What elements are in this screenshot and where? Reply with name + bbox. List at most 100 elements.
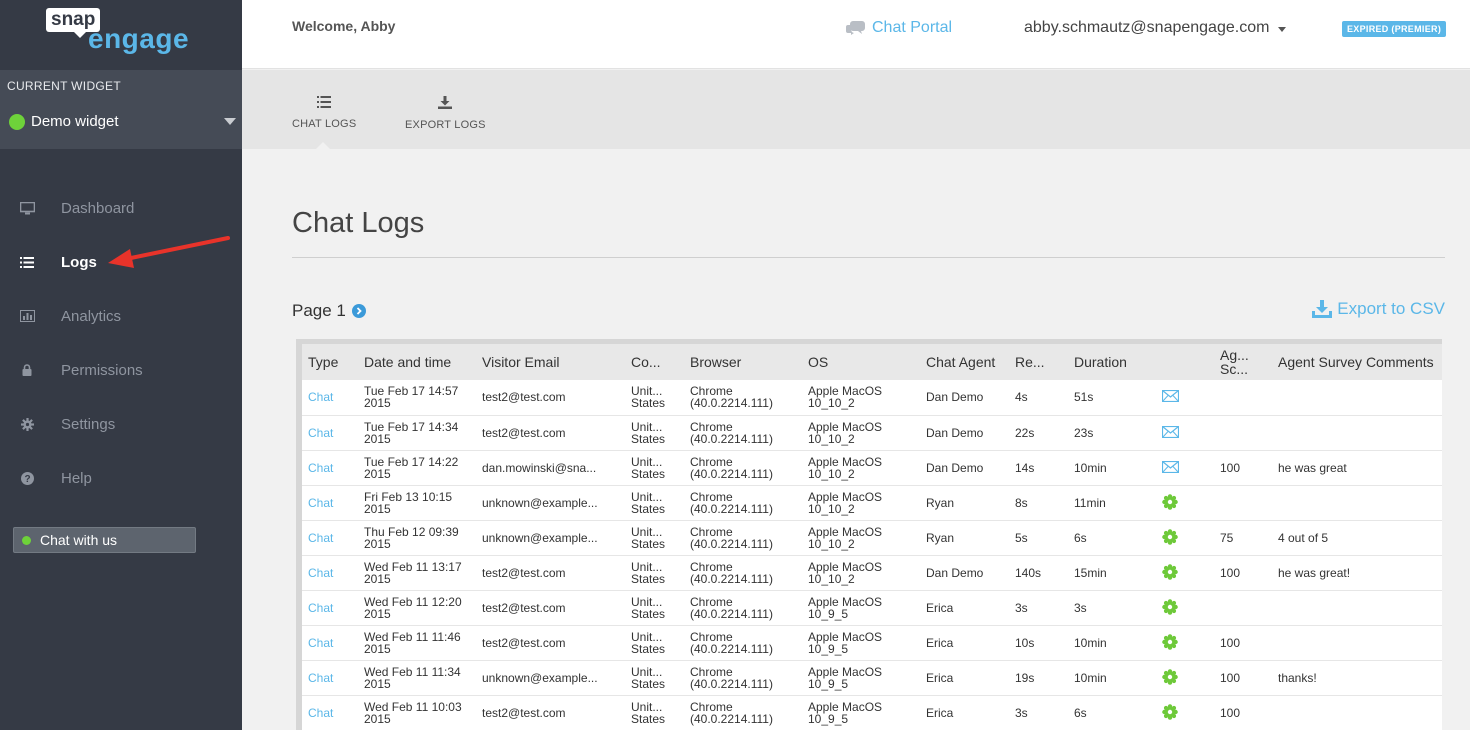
row-duration: 3s xyxy=(1074,600,1087,615)
row-type-link[interactable]: Chat xyxy=(302,625,358,660)
row-os: Apple MacOS 10_10_2 xyxy=(808,419,883,446)
envelope-icon[interactable] xyxy=(1161,460,1180,476)
tab-export-logs[interactable]: EXPORT LOGS xyxy=(405,96,486,131)
table-header-row: Type Date and time Visitor Email Co... B… xyxy=(302,344,1442,380)
green-badge-icon[interactable] xyxy=(1162,598,1178,618)
row-status-icon[interactable] xyxy=(1156,415,1214,450)
row-type-link[interactable]: Chat xyxy=(302,485,358,520)
green-badge-icon[interactable] xyxy=(1162,703,1178,723)
table-row[interactable]: Chat Wed Feb 11 10:03 2015 test2@test.com U… xyxy=(302,695,1442,730)
table-row[interactable]: Chat Wed Feb 11 11:46 2015 test2@test.com U… xyxy=(302,625,1442,660)
column-header-type[interactable]: Type xyxy=(302,344,358,380)
row-status-icon[interactable] xyxy=(1156,555,1214,590)
row-type-link[interactable]: Chat xyxy=(302,695,358,730)
row-agent-score: 100 xyxy=(1220,565,1241,580)
row-type-link[interactable]: Chat xyxy=(302,415,358,450)
table-row[interactable]: Chat Wed Feb 11 11:34 2015 unknown@example… xyxy=(302,660,1442,695)
widget-selector[interactable]: Demo widget xyxy=(7,113,242,130)
column-header-agent-comments[interactable]: Agent Survey Comments xyxy=(1272,344,1442,380)
table-row[interactable]: Chat Tue Feb 17 14:34 2015 test2@test.com U… xyxy=(302,415,1442,450)
table-row[interactable]: Chat Thu Feb 12 09:39 2015 unknown@example… xyxy=(302,520,1442,555)
row-status-icon[interactable] xyxy=(1156,660,1214,695)
column-header-response[interactable]: Re... xyxy=(1009,344,1068,380)
annotation-arrow-icon xyxy=(108,236,230,268)
row-agent: Dan Demo xyxy=(926,565,984,580)
row-response-time: 19s xyxy=(1015,670,1035,685)
user-email: abby.schmautz@snapengage.com xyxy=(1024,19,1270,36)
column-header-date[interactable]: Date and time xyxy=(358,344,476,380)
column-header-chat-agent[interactable]: Chat Agent xyxy=(920,344,1009,380)
row-status-icon[interactable] xyxy=(1156,485,1214,520)
table-body: Chat Tue Feb 17 14:57 2015 test2@test.com U… xyxy=(302,380,1442,730)
chat-portal-link[interactable]: Chat Portal xyxy=(846,19,952,37)
green-badge-icon[interactable] xyxy=(1162,563,1178,583)
logo[interactable]: snap engage xyxy=(0,0,242,70)
sidebar-item-analytics[interactable]: Analytics xyxy=(0,289,242,343)
row-visitor-email: unknown@example... xyxy=(482,670,598,685)
column-header-country[interactable]: Co... xyxy=(625,344,684,380)
sidebar-item-settings[interactable]: Settings xyxy=(0,397,242,451)
sidebar-item-label: Logs xyxy=(61,253,97,271)
row-type-link[interactable]: Chat xyxy=(302,555,358,590)
row-visitor-email: test2@test.com xyxy=(482,635,566,650)
row-agent: Ryan xyxy=(926,530,955,545)
sidebar-item-dashboard[interactable]: Dashboard xyxy=(0,181,242,235)
next-page-icon[interactable] xyxy=(351,304,366,318)
table-row[interactable]: Chat Wed Feb 11 13:17 2015 test2@test.com U… xyxy=(302,555,1442,590)
row-agent-comment: thanks! xyxy=(1278,670,1317,685)
green-badge-icon[interactable] xyxy=(1162,633,1178,653)
table-row[interactable]: Chat Wed Feb 11 12:20 2015 test2@test.com U… xyxy=(302,590,1442,625)
envelope-icon[interactable] xyxy=(1161,425,1180,441)
table-row[interactable]: Chat Fri Feb 13 10:15 2015 unknown@example… xyxy=(302,485,1442,520)
row-os: Apple MacOS 10_10_2 xyxy=(808,384,883,411)
table-row[interactable]: Chat Tue Feb 17 14:22 2015 dan.mowinski@sn… xyxy=(302,450,1442,485)
green-badge-icon[interactable] xyxy=(1162,493,1178,513)
row-type-link[interactable]: Chat xyxy=(302,660,358,695)
row-os: Apple MacOS 10_9_5 xyxy=(808,699,883,726)
green-badge-icon[interactable] xyxy=(1162,528,1178,548)
chat-with-us-button[interactable]: Chat with us xyxy=(13,527,196,553)
sidebar-item-help[interactable]: ? Help xyxy=(0,451,242,505)
row-type-link[interactable]: Chat xyxy=(302,590,358,625)
row-status-icon[interactable] xyxy=(1156,695,1214,730)
tab-chat-logs[interactable]: CHAT LOGS xyxy=(292,96,356,130)
row-status-icon[interactable] xyxy=(1156,380,1214,415)
row-agent-comment: 4 out of 5 xyxy=(1278,530,1329,545)
row-os: Apple MacOS 10_10_2 xyxy=(808,454,883,481)
row-status-icon[interactable] xyxy=(1156,590,1214,625)
column-header-os[interactable]: OS xyxy=(802,344,920,380)
sidebar-item-permissions[interactable]: Permissions xyxy=(0,343,242,397)
export-csv-label: Export to CSV xyxy=(1337,299,1445,318)
column-header-browser[interactable]: Browser xyxy=(684,344,802,380)
green-badge-icon[interactable] xyxy=(1162,668,1178,688)
row-type-link[interactable]: Chat xyxy=(302,520,358,555)
column-header-agent-score[interactable]: Ag... Sc... xyxy=(1214,344,1272,380)
title-divider xyxy=(292,257,1445,258)
row-status-icon[interactable] xyxy=(1156,450,1214,485)
envelope-icon[interactable] xyxy=(1161,390,1180,405)
row-date: Tue Feb 17 14:34 2015 xyxy=(364,419,459,446)
top-bar: Welcome, Abby Chat Portal abby.schmautz@… xyxy=(242,0,1470,69)
export-csv-link[interactable]: Export to CSV xyxy=(1312,299,1445,319)
column-header-status[interactable] xyxy=(1156,344,1214,380)
row-agent-comment xyxy=(1272,590,1442,625)
row-type-link[interactable]: Chat xyxy=(302,380,358,415)
plan-status-badge[interactable]: EXPIRED (PREMIER) xyxy=(1342,21,1447,37)
chevron-down-icon[interactable] xyxy=(224,118,236,125)
chat-logs-table-container: Type Date and time Visitor Email Co... B… xyxy=(296,339,1442,730)
row-duration: 10min xyxy=(1074,670,1107,685)
row-status-icon[interactable] xyxy=(1156,520,1214,555)
row-status-icon[interactable] xyxy=(1156,625,1214,660)
row-agent-score xyxy=(1214,485,1272,520)
row-response-time: 22s xyxy=(1015,425,1035,440)
table-row[interactable]: Chat Tue Feb 17 14:57 2015 test2@test.com U… xyxy=(302,380,1442,415)
bar-chart-icon xyxy=(19,310,35,322)
row-response-time: 8s xyxy=(1015,495,1028,510)
chat-logs-table: Type Date and time Visitor Email Co... B… xyxy=(302,344,1442,730)
column-header-duration[interactable]: Duration xyxy=(1068,344,1156,380)
sidebar-item-label: Analytics xyxy=(61,307,122,325)
user-menu[interactable]: abby.schmautz@snapengage.com xyxy=(1024,19,1287,37)
row-type-link[interactable]: Chat xyxy=(302,450,358,485)
column-header-visitor-email[interactable]: Visitor Email xyxy=(476,344,625,380)
row-browser: Chrome (40.0.2214.111) xyxy=(690,524,773,551)
